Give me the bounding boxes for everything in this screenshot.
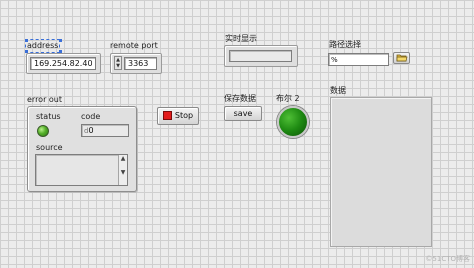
- boolean2-label: 布尔 2: [276, 94, 300, 103]
- code-value: 0: [88, 126, 94, 135]
- folder-icon: [396, 54, 408, 62]
- remote-port-stepper[interactable]: ▲ ▼: [114, 56, 122, 70]
- stop-button-label: Stop: [174, 111, 194, 120]
- path-input[interactable]: %: [328, 53, 389, 66]
- source-scrollbar[interactable]: ▲ ▼: [118, 155, 127, 185]
- remote-port-label: remote port: [110, 41, 158, 50]
- path-select-label: 路径选择: [329, 40, 361, 49]
- scroll-down-icon[interactable]: ▼: [119, 169, 127, 177]
- source-value: [36, 155, 127, 159]
- save-button[interactable]: save: [224, 106, 262, 121]
- selection-handle[interactable]: [59, 39, 62, 42]
- realtime-display-indicator: [229, 50, 292, 62]
- decrement-arrow-icon[interactable]: ▼: [115, 63, 121, 69]
- data-array: [330, 97, 432, 247]
- source-label: source: [36, 143, 63, 152]
- error-out-label: error out: [27, 95, 63, 104]
- stop-icon: [162, 111, 172, 120]
- realtime-display-label: 实时显示: [225, 34, 257, 43]
- source-indicator: ▲ ▼: [35, 154, 128, 186]
- browse-button[interactable]: [393, 52, 410, 64]
- status-led[interactable]: [37, 125, 49, 137]
- remote-port-control-frame: ▲ ▼ 3363: [110, 53, 162, 74]
- path-type-icon: %: [331, 56, 338, 64]
- code-indicator: d0: [81, 124, 129, 137]
- address-label: address: [24, 39, 61, 53]
- code-label: code: [81, 112, 101, 121]
- address-control-frame: 169.254.82.40: [26, 53, 101, 74]
- watermark: ©51CTO博客: [425, 255, 470, 263]
- save-data-label: 保存数据: [224, 94, 256, 103]
- boolean2-led[interactable]: [277, 106, 309, 138]
- realtime-display-frame: [224, 45, 298, 67]
- status-label: status: [36, 112, 61, 121]
- error-out-cluster: status code d0 source ▲ ▼: [27, 106, 137, 192]
- stop-button[interactable]: Stop: [157, 107, 199, 125]
- scroll-up-icon[interactable]: ▲: [119, 155, 127, 163]
- remote-port-input[interactable]: 3363: [124, 57, 157, 70]
- address-input[interactable]: 169.254.82.40: [30, 57, 96, 70]
- selection-handle[interactable]: [25, 39, 28, 42]
- data-array-label: 数据: [330, 86, 346, 95]
